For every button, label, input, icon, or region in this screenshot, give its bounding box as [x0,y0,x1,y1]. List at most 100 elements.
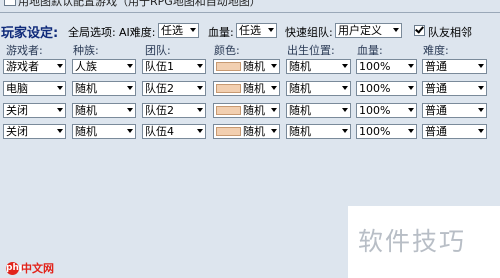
dropdown-value: 随机 [75,104,97,117]
dropdown-value: 100% [359,60,391,73]
color-dropdown[interactable]: 随机 [213,103,280,118]
hp-row-dropdown[interactable]: 100% [356,103,417,118]
chevron-down-icon [127,86,133,90]
race-dropdown[interactable]: 随机 [72,124,136,139]
col-header-hp: 血量: [357,44,383,57]
dropdown-value: 队伍4 [145,125,174,138]
chevron-down-icon [408,108,414,112]
col-header-race: 种族: [73,44,99,57]
player-dropdown[interactable]: 关闭 [3,103,66,118]
color-dropdown[interactable]: 随机 [213,124,280,139]
col-header-difficulty: 难度: [423,44,449,57]
chevron-down-icon [57,129,63,133]
dropdown-value: 关闭 [6,125,28,138]
dropdown-value: 随机 [289,60,311,73]
hp-dropdown[interactable]: 任选 [236,23,277,38]
dropdown-value: 队伍2 [145,82,174,95]
chevron-down-icon [271,64,277,68]
color-swatch [216,106,241,115]
spawn-dropdown[interactable]: 随机 [286,124,351,139]
difficulty-dropdown[interactable]: 普通 [422,124,487,139]
color-swatch [216,127,241,136]
dropdown-value: 随机 [75,82,97,95]
team-dropdown[interactable]: 队伍1 [142,59,206,74]
hp-label: 血量: [208,26,234,39]
color-dropdown[interactable]: 随机 [213,59,280,74]
ally-adjacent-checkbox[interactable] [414,24,425,36]
team-dropdown[interactable]: 队伍2 [142,81,206,96]
hp-row-dropdown[interactable]: 100% [356,59,417,74]
chevron-down-icon [478,86,484,90]
spawn-dropdown[interactable]: 随机 [286,59,351,74]
spawn-dropdown[interactable]: 随机 [286,81,351,96]
race-dropdown[interactable]: 随机 [72,103,136,118]
team-dropdown[interactable]: 队伍2 [142,103,206,118]
hp-row-dropdown[interactable]: 100% [356,81,417,96]
chevron-down-icon [342,108,348,112]
spawn-dropdown[interactable]: 随机 [286,103,351,118]
color-dropdown[interactable]: 随机 [213,81,280,96]
dropdown-value: 随机 [243,104,265,117]
chevron-down-icon [393,28,399,32]
chevron-down-icon [268,28,274,32]
player-dropdown[interactable]: 游戏者 [3,59,66,74]
default-config-checkbox[interactable] [4,0,16,6]
chevron-down-icon [342,64,348,68]
quick-team-label: 快速组队: [285,26,333,39]
chevron-down-icon [478,129,484,133]
dropdown-value: 随机 [289,82,311,95]
checkmark-icon [415,24,424,34]
ai-difficulty-label: AI难度: [119,26,156,39]
color-swatch [216,84,241,93]
race-dropdown[interactable]: 随机 [72,81,136,96]
dropdown-value: 普通 [425,104,447,117]
col-header-color: 颜色: [214,44,240,57]
player-dropdown[interactable]: 关闭 [3,124,66,139]
default-config-label: 用地图默认配置游戏（用于RPG地图和自动地图） [18,0,261,8]
quick-team-dropdown[interactable]: 用户定义 [335,23,402,38]
chevron-down-icon [478,108,484,112]
watermark-text: 软件技巧 [358,227,467,256]
dropdown-value: 电脑 [6,82,28,95]
dropdown-value: 随机 [243,82,265,95]
ai-difficulty-dropdown[interactable]: 任选 [158,23,199,38]
chevron-down-icon [57,108,63,112]
chevron-down-icon [342,86,348,90]
col-header-team: 团队: [145,44,171,57]
chevron-down-icon [408,64,414,68]
dropdown-value: 随机 [243,60,265,73]
chevron-down-icon [197,86,203,90]
php-logo-icon: php [6,262,26,275]
hp-row-dropdown[interactable]: 100% [356,124,417,139]
team-dropdown[interactable]: 队伍4 [142,124,206,139]
chevron-down-icon [271,86,277,90]
difficulty-dropdown[interactable]: 普通 [422,103,487,118]
dropdown-value: 随机 [75,125,97,138]
dropdown-value: 人族 [75,60,97,73]
dropdown-value: 普通 [425,60,447,73]
dropdown-value: 随机 [243,125,265,138]
top-option-row: 用地图默认配置游戏（用于RPG地图和自动地图） [0,0,500,13]
chevron-down-icon [342,129,348,133]
dropdown-value: 游戏者 [6,60,39,73]
difficulty-dropdown[interactable]: 普通 [422,59,487,74]
difficulty-dropdown[interactable]: 普通 [422,81,487,96]
chevron-down-icon [271,108,277,112]
dropdown-value: 队伍1 [145,60,174,73]
col-header-player: 游戏者: [6,44,43,57]
chevron-down-icon [190,28,196,32]
chevron-down-icon [197,64,203,68]
chevron-down-icon [197,129,203,133]
dropdown-value: 用户定义 [338,24,382,37]
chevron-down-icon [127,64,133,68]
chevron-down-icon [127,108,133,112]
dropdown-value: 100% [359,104,391,117]
dropdown-value: 普通 [425,125,447,138]
dropdown-value: 任选 [239,24,261,37]
color-swatch [216,62,241,71]
chevron-down-icon [57,64,63,68]
race-dropdown[interactable]: 人族 [72,59,136,74]
dropdown-value: 普通 [425,82,447,95]
dropdown-value: 100% [359,125,391,138]
player-dropdown[interactable]: 电脑 [3,81,66,96]
